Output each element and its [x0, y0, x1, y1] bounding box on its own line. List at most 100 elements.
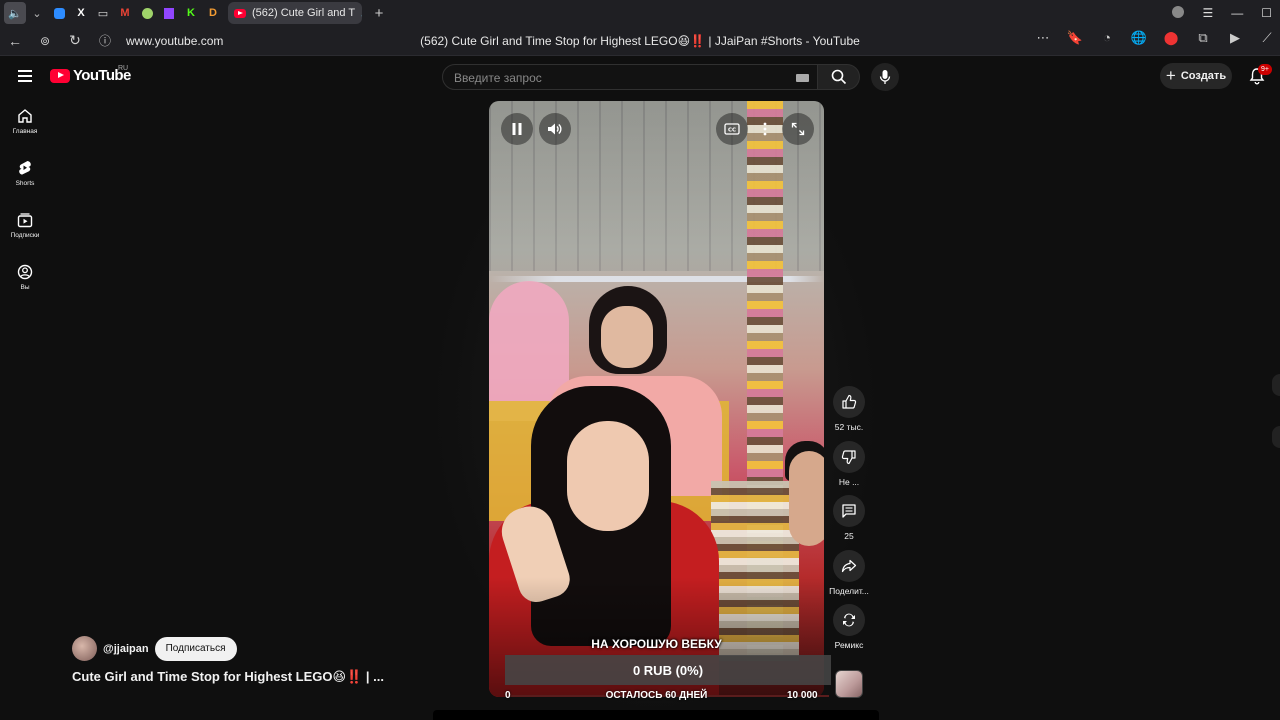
browser-tab-bar: 🔈 ⌄ X ▭ M K D (562) Cute Girl and T 🔊 ✕ … — [0, 0, 1280, 26]
remix-icon — [843, 613, 855, 627]
subscribe-button[interactable]: Подписаться — [154, 636, 237, 661]
profile-icon[interactable] — [1172, 5, 1185, 21]
thumbs-down-icon — [841, 449, 856, 464]
fullscreen-button[interactable] — [782, 113, 814, 145]
plus-icon: + — [1165, 65, 1176, 85]
remix-label: Ремикс — [834, 640, 864, 650]
subscriptions-icon — [17, 213, 33, 228]
maximize-icon[interactable]: ☐ — [1261, 6, 1272, 20]
share-action[interactable]: Поделит... — [826, 549, 872, 605]
video-frame-person — [567, 421, 649, 531]
pin-icon[interactable]: ⟋ — [1258, 30, 1276, 46]
like-action[interactable]: 52 тыс. — [826, 386, 872, 441]
youtube-header: YouTube RU Введите запрос + Создать 9+ — [0, 56, 1280, 96]
search-icon — [831, 69, 846, 85]
speaker-icon[interactable]: 🔊 — [361, 8, 362, 19]
x-icon[interactable]: X — [70, 2, 92, 24]
youtube-play-icon — [50, 68, 70, 83]
expand-icon — [791, 122, 805, 136]
vr-icon[interactable]: ▭ — [92, 2, 114, 24]
comment-count: 25 — [844, 531, 854, 541]
kick-icon[interactable]: K — [180, 2, 202, 24]
short-title[interactable]: Cute Girl and Time Stop for Highest LEGO… — [72, 669, 384, 685]
twitch-icon[interactable] — [158, 2, 180, 24]
sound-thumbnail[interactable] — [835, 670, 863, 698]
sidebar-item-you[interactable]: Вы — [0, 256, 50, 308]
adblock-icon[interactable]: ⬤ — [1162, 30, 1180, 46]
dislike-button[interactable] — [833, 440, 865, 473]
avatar[interactable] — [72, 636, 97, 661]
share-button[interactable] — [833, 549, 865, 582]
shield-icon[interactable]: ⊚ — [30, 34, 60, 48]
like-button[interactable] — [833, 386, 865, 418]
search-box[interactable]: Введите запрос — [442, 64, 820, 90]
hamburger-menu-icon[interactable] — [18, 70, 32, 82]
share-label: Поделит... — [829, 585, 869, 596]
tab-active[interactable]: (562) Cute Girl and T 🔊 ✕ — [228, 2, 362, 24]
address-bar-tools: ⋯ 🔖 ◔ 🌐 ⬤ ⧉ ▶ ⟋ — [1034, 30, 1276, 46]
address-bar: ← ⊚ ↻ ⓘ www.youtube.com (562) Cute Girl … — [0, 26, 1280, 56]
sidebar: Главная Shorts Подписки Вы — [0, 100, 50, 308]
pause-button[interactable] — [501, 113, 533, 145]
comment-icon — [842, 504, 856, 518]
captions-button[interactable]: CC — [716, 113, 748, 145]
channel-handle[interactable]: @jjaipan — [103, 643, 149, 655]
dislike-label: Не ... — [838, 476, 860, 487]
next-short-preview — [433, 710, 879, 720]
gmail-icon[interactable]: M — [114, 2, 136, 24]
pause-icon — [512, 123, 522, 135]
url-text[interactable]: www.youtube.com — [126, 34, 223, 48]
media-icon[interactable]: ▶ — [1226, 30, 1244, 46]
shorts-video-player[interactable]: CC — [489, 101, 824, 697]
volume-icon — [548, 123, 562, 135]
speaker-icon[interactable]: 🔈 — [4, 2, 26, 24]
remix-action[interactable]: Ремикс — [826, 604, 872, 659]
comments-action[interactable]: 25 — [826, 495, 872, 550]
minimize-icon[interactable]: — — [1231, 6, 1243, 20]
site-info-icon[interactable]: ⓘ — [90, 32, 120, 49]
captions-icon: CC — [724, 123, 740, 135]
you-icon — [17, 264, 33, 280]
reload-icon[interactable]: ↻ — [60, 32, 90, 49]
previous-short-button[interactable] — [1272, 374, 1280, 396]
volume-button[interactable] — [539, 113, 571, 145]
chevron-down-icon[interactable]: ⌄ — [26, 2, 48, 24]
region-code: RU — [118, 65, 129, 72]
vpn-icon[interactable]: 🌐 — [1130, 30, 1148, 46]
back-icon[interactable]: ← — [0, 33, 30, 49]
notification-badge: 9+ — [1258, 64, 1272, 75]
messenger-icon[interactable] — [48, 2, 70, 24]
menu-icon[interactable]: ☰ — [1202, 6, 1213, 20]
comments-button[interactable] — [833, 495, 865, 527]
dislike-action[interactable]: Не ... — [826, 440, 872, 496]
search-button[interactable] — [817, 64, 860, 90]
sidebar-item-label: Главная — [12, 128, 38, 135]
voice-search-button[interactable] — [871, 63, 899, 91]
tab-title: (562) Cute Girl and T — [252, 7, 356, 19]
sidebar-item-label: Подписки — [10, 232, 40, 239]
sidebar-item-subscriptions[interactable]: Подписки — [0, 204, 50, 256]
app-icon[interactable] — [136, 2, 158, 24]
search-input[interactable]: Введите запрос — [454, 71, 542, 85]
create-label: Создать — [1180, 70, 1227, 82]
more-icon[interactable]: ⋯ — [1034, 30, 1052, 46]
extension-icon[interactable]: ◔ — [1098, 30, 1116, 46]
puzzle-icon[interactable]: ⧉ — [1194, 30, 1212, 46]
youtube-favicon-icon — [234, 8, 246, 18]
shorts-icon — [19, 161, 31, 175]
keyboard-icon[interactable] — [796, 74, 809, 82]
sidebar-item-label: Вы — [20, 284, 30, 291]
window-controls: ☰ — ☐ — [1172, 0, 1272, 26]
p-icon[interactable]: D — [202, 2, 224, 24]
share-icon — [841, 559, 857, 572]
more-options-button[interactable] — [749, 113, 781, 145]
sidebar-item-home[interactable]: Главная — [0, 100, 50, 152]
sidebar-item-shorts[interactable]: Shorts — [0, 152, 50, 204]
new-tab-icon[interactable]: + — [368, 2, 390, 24]
remix-button[interactable] — [833, 604, 865, 636]
next-short-button[interactable] — [1272, 426, 1280, 448]
video-frame-person — [601, 306, 653, 368]
video-frame-person — [789, 451, 824, 546]
bookmark-icon[interactable]: 🔖 — [1066, 30, 1084, 46]
create-button[interactable]: + Создать — [1160, 63, 1232, 89]
